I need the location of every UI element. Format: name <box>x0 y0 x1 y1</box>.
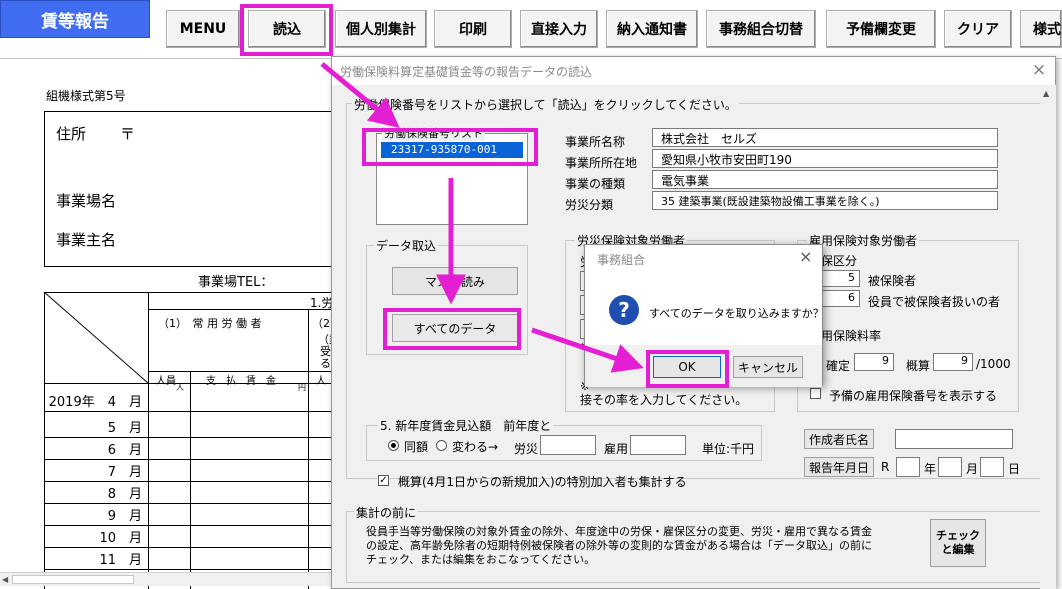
annotation-arrows <box>320 62 644 373</box>
arrow-to-list <box>320 62 400 128</box>
arrow-to-ok <box>531 327 644 373</box>
